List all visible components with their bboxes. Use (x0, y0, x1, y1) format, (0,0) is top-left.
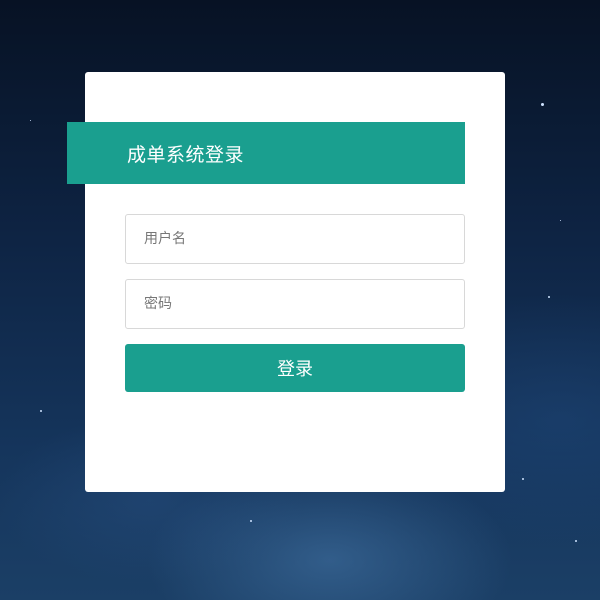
login-button[interactable]: 登录 (125, 344, 465, 392)
username-field[interactable] (125, 214, 465, 264)
username-input[interactable] (142, 214, 464, 264)
star-decoration (250, 520, 252, 522)
page-title: 成单系统登录 (127, 143, 245, 166)
password-field[interactable] (125, 279, 465, 329)
star-decoration (40, 410, 42, 412)
star-decoration (541, 103, 544, 106)
star-decoration (548, 296, 550, 298)
login-title-banner: 成单系统登录 (67, 122, 465, 184)
password-input[interactable] (142, 279, 464, 329)
star-decoration (30, 120, 31, 121)
star-decoration (560, 220, 561, 221)
star-decoration (575, 540, 577, 542)
star-decoration (522, 478, 524, 480)
